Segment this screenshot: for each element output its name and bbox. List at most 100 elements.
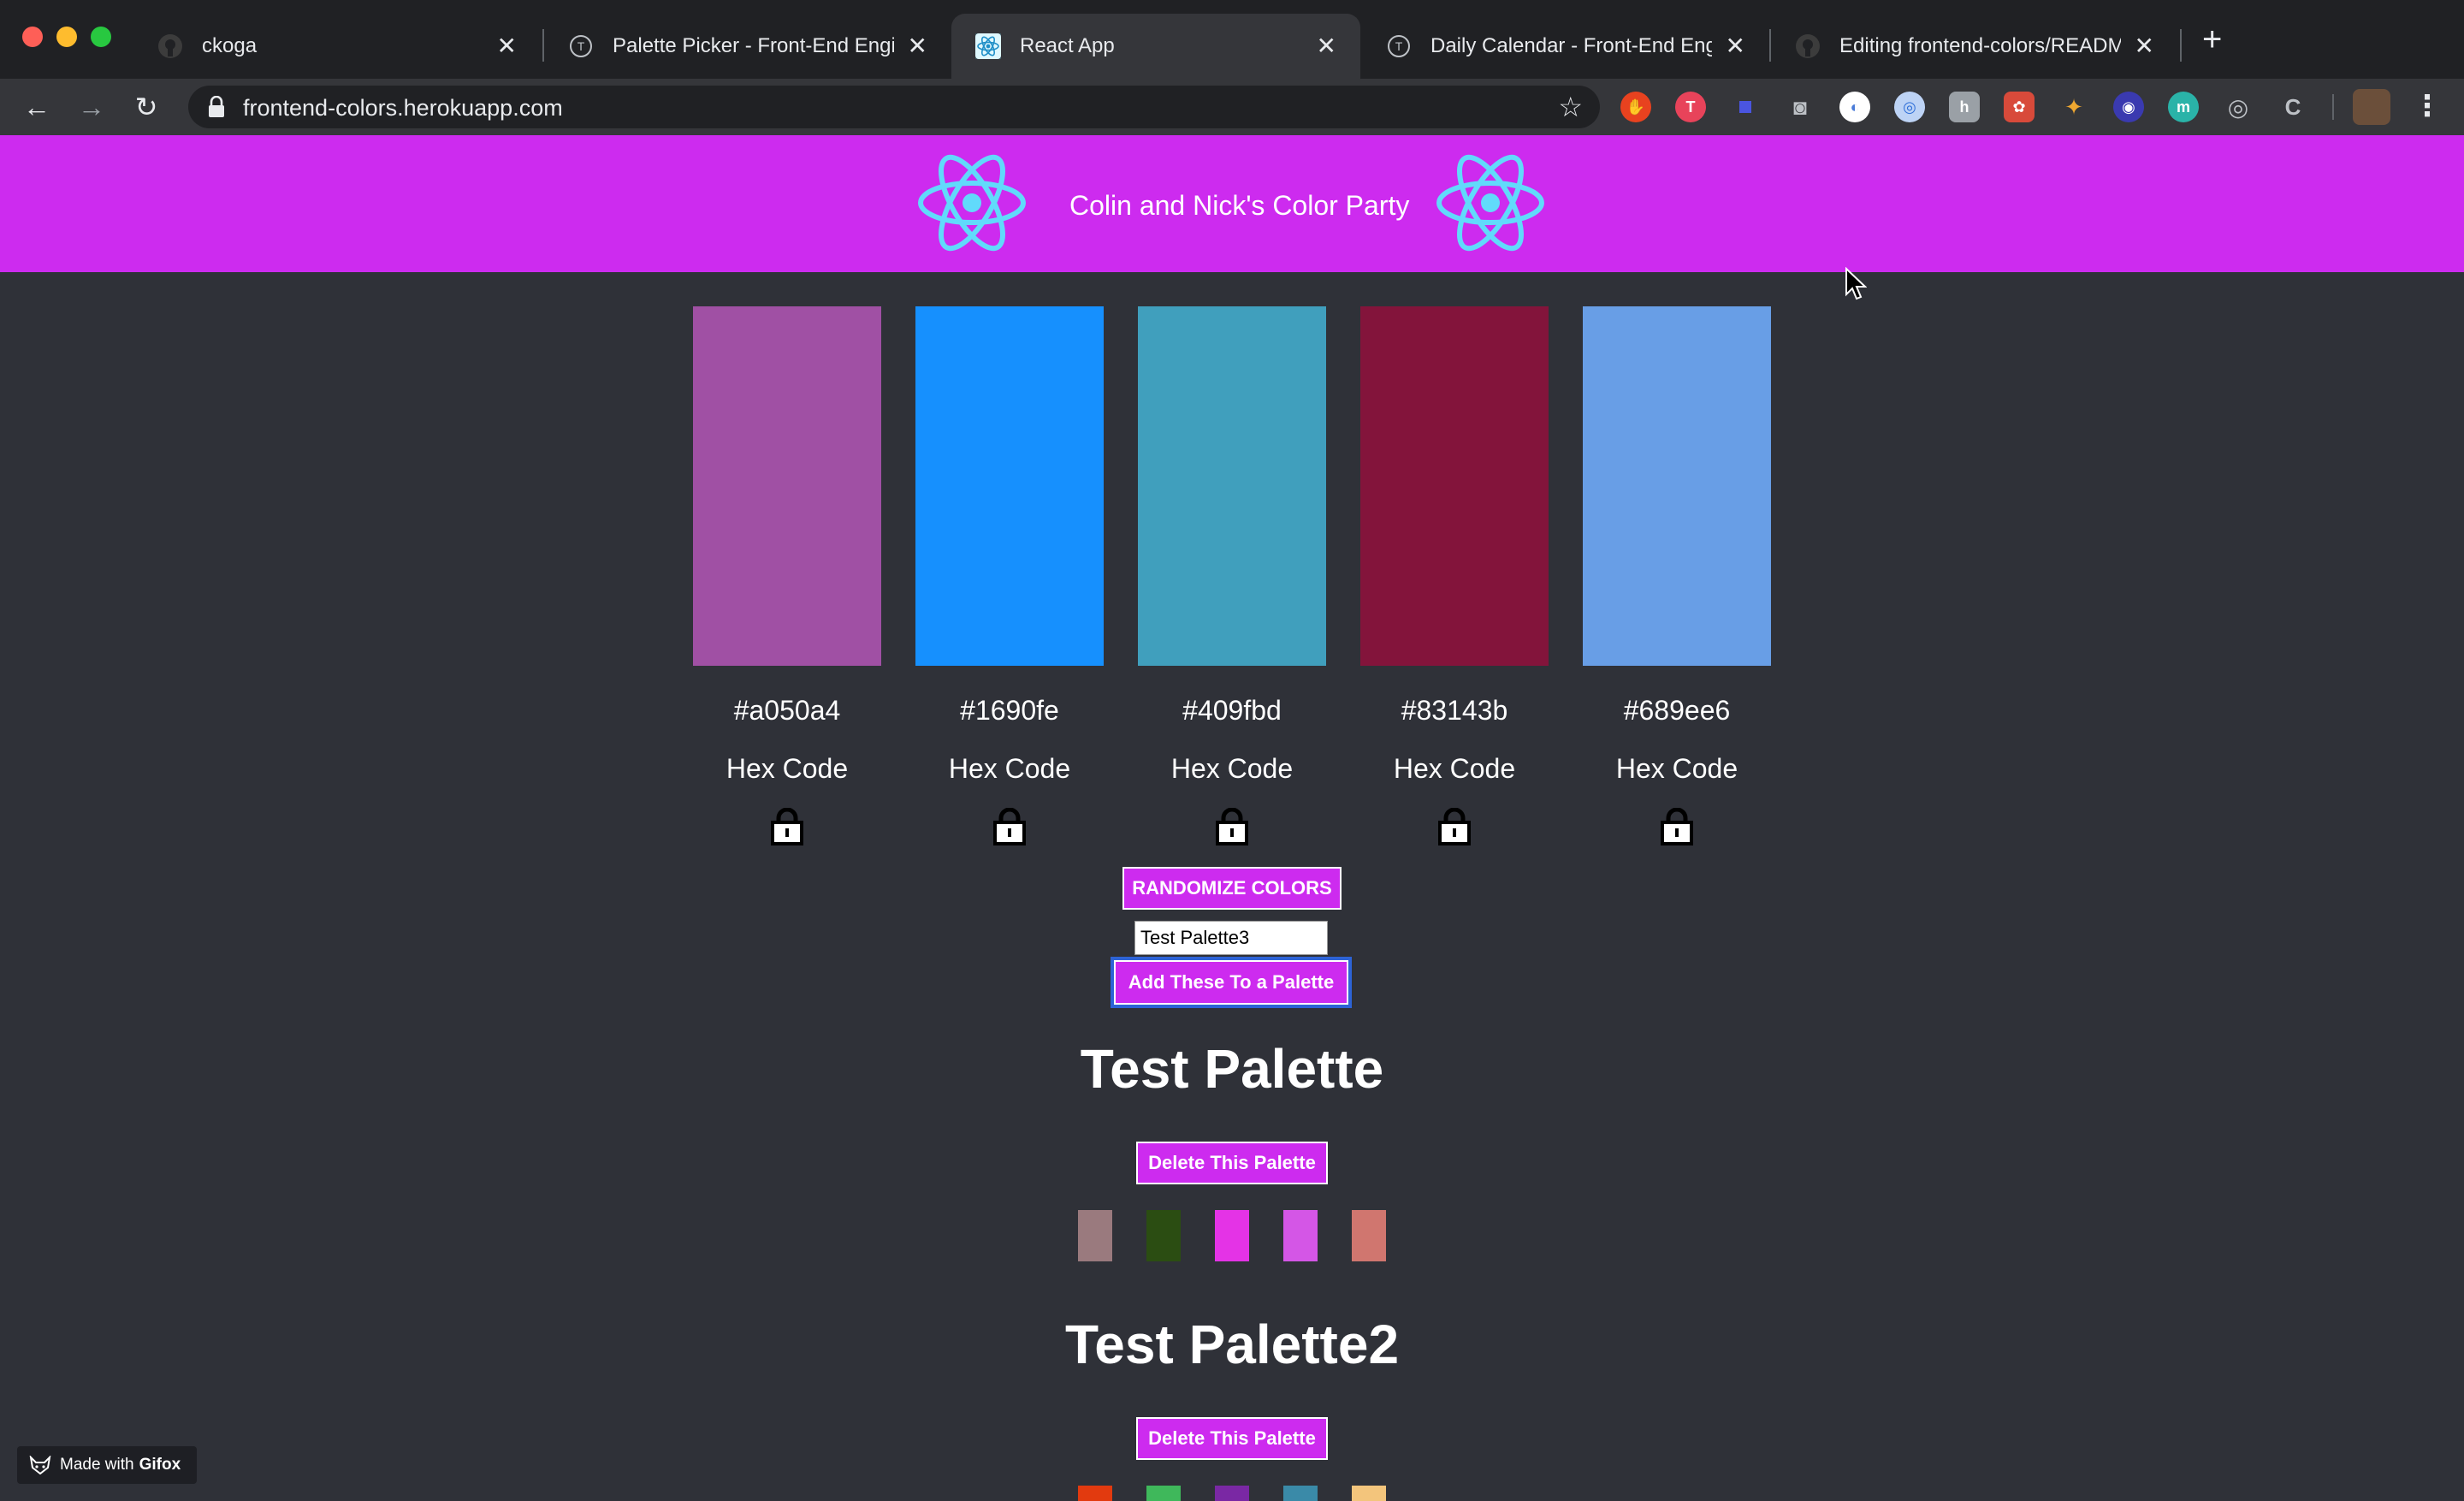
- color-card: #a050a4 Hex Code: [693, 306, 881, 845]
- randomize-colors-button[interactable]: RANDOMIZE COLORS: [1122, 867, 1342, 910]
- svg-text:T: T: [1395, 39, 1403, 53]
- extension-icon[interactable]: ✋: [1620, 92, 1651, 122]
- mouse-cursor-icon: [1845, 267, 1867, 300]
- palette-colors: [1078, 1486, 1386, 1501]
- tab-strip: ckoga ✕ T Palette Picker - Front-End Eng…: [0, 0, 2464, 79]
- bookmark-star-icon[interactable]: ☆: [1558, 91, 1583, 123]
- hex-value: #a050a4: [733, 695, 841, 726]
- color-swatch: [1360, 306, 1549, 666]
- padlock-icon[interactable]: [1437, 808, 1472, 845]
- browser-chrome: ckoga ✕ T Palette Picker - Front-End Eng…: [0, 0, 2464, 135]
- tab-title: ckoga: [202, 34, 258, 57]
- turing-icon: T: [1386, 33, 1412, 59]
- close-tab-icon[interactable]: ✕: [497, 34, 517, 58]
- minimize-window-button[interactable]: [56, 27, 77, 47]
- delete-palette-button[interactable]: Delete This Palette: [1136, 1417, 1328, 1460]
- color-wheel-icon[interactable]: ✦: [2058, 92, 2089, 122]
- forward-arrow-icon[interactable]: →: [72, 87, 111, 127]
- palette-title: Test Palette: [1080, 1038, 1384, 1100]
- hex-value: #689ee6: [1623, 695, 1731, 726]
- extension-icon[interactable]: ◎: [1894, 92, 1925, 122]
- extension-icon[interactable]: h: [1949, 92, 1980, 122]
- palette-color-chip: [1146, 1210, 1181, 1261]
- padlock-icon[interactable]: [992, 808, 1027, 845]
- back-arrow-icon[interactable]: ←: [17, 87, 56, 127]
- palette-color-chip: [1215, 1486, 1249, 1501]
- padlock-icon[interactable]: [1215, 808, 1249, 845]
- extension-icon[interactable]: ◉: [2113, 92, 2144, 122]
- hex-value: #1690fe: [960, 695, 1059, 726]
- close-tab-icon[interactable]: ✕: [2135, 34, 2154, 58]
- palette-colors: [1078, 1210, 1386, 1261]
- palette-color-chip: [1283, 1210, 1318, 1261]
- tab-title: Daily Calendar - Front-End Engin: [1430, 34, 1712, 57]
- tab-title: Editing frontend-colors/README: [1839, 34, 2121, 57]
- close-tab-icon[interactable]: ✕: [1726, 34, 1745, 58]
- palette-color-chip: [1215, 1210, 1249, 1261]
- padlock-icon[interactable]: [1660, 808, 1694, 845]
- close-tab-icon[interactable]: ✕: [1317, 34, 1336, 58]
- url-text: frontend-colors.herokuapp.com: [243, 95, 563, 121]
- react-icon: [975, 33, 1001, 59]
- color-swatch: [915, 306, 1104, 666]
- delete-palette-button[interactable]: Delete This Palette: [1136, 1142, 1328, 1184]
- react-logo-icon: [918, 154, 1026, 252]
- hex-code-label: Hex Code: [1170, 753, 1294, 784]
- color-swatch: [693, 306, 881, 666]
- badge-prefix: Made with: [60, 1456, 134, 1474]
- app-header: Colin and Nick's Color Party: [0, 135, 2464, 272]
- extension-icon[interactable]: ◐: [1839, 92, 1870, 122]
- extension-icon[interactable]: [1730, 92, 1761, 122]
- reload-icon[interactable]: ↻: [127, 87, 166, 127]
- new-tab-button[interactable]: +: [2202, 22, 2222, 56]
- app-title: Colin and Nick's Color Party: [1069, 190, 1410, 221]
- color-card: #409fbd Hex Code: [1138, 306, 1326, 845]
- target-icon[interactable]: ◎: [2223, 92, 2254, 122]
- browser-toolbar: ← → ↻ frontend-colors.herokuapp.com ☆ ✋ …: [0, 79, 2464, 135]
- address-bar[interactable]: frontend-colors.herokuapp.com ☆: [188, 86, 1600, 128]
- react-logo-icon: [1436, 154, 1544, 252]
- palette-color-chip: [1352, 1486, 1386, 1501]
- palette-color-chip: [1078, 1210, 1112, 1261]
- toolbar-divider: [2332, 94, 2334, 120]
- camera-icon[interactable]: ◙: [1785, 92, 1815, 122]
- add-to-palette-button[interactable]: Add These To a Palette: [1114, 960, 1348, 1005]
- tab-palette-picker[interactable]: T Palette Picker - Front-End Engine ✕: [544, 14, 951, 79]
- close-tab-icon[interactable]: ✕: [908, 34, 927, 58]
- color-card: #83143b Hex Code: [1360, 306, 1549, 845]
- palette-color-chip: [1078, 1486, 1112, 1501]
- hex-value: #409fbd: [1182, 695, 1282, 726]
- extension-icon[interactable]: C: [2277, 92, 2308, 122]
- extension-icon[interactable]: T: [1675, 92, 1706, 122]
- extension-icon[interactable]: m: [2168, 92, 2199, 122]
- color-swatch: [1138, 306, 1326, 666]
- menu-kebab-icon[interactable]: ⋮: [2413, 89, 2442, 123]
- palette-name-input[interactable]: [1134, 921, 1328, 955]
- maximize-window-button[interactable]: [91, 27, 111, 47]
- palette-color-chip: [1352, 1210, 1386, 1261]
- close-window-button[interactable]: [22, 27, 43, 47]
- fox-icon: [29, 1456, 51, 1474]
- tab-divider: [2180, 29, 2182, 62]
- tab-title: Palette Picker - Front-End Engine: [613, 34, 894, 57]
- hex-code-label: Hex Code: [948, 753, 1071, 784]
- tab-daily-calendar[interactable]: T Daily Calendar - Front-End Engin ✕: [1362, 14, 1769, 79]
- github-icon: [1795, 33, 1821, 59]
- tab-title: React App: [1020, 34, 1115, 57]
- padlock-icon[interactable]: [770, 808, 804, 845]
- profile-avatar[interactable]: [2353, 89, 2390, 125]
- palette-color-chip: [1283, 1486, 1318, 1501]
- hex-code-label: Hex Code: [1393, 753, 1516, 784]
- color-card: #1690fe Hex Code: [915, 306, 1104, 845]
- tab-ckoga[interactable]: ckoga ✕: [133, 14, 541, 79]
- hex-value: #83143b: [1401, 695, 1508, 726]
- color-card: #689ee6 Hex Code: [1583, 306, 1771, 845]
- extension-icon[interactable]: ✿: [2004, 92, 2035, 122]
- palette-color-chip: [1146, 1486, 1181, 1501]
- hex-code-label: Hex Code: [1615, 753, 1738, 784]
- hex-code-label: Hex Code: [726, 753, 849, 784]
- turing-icon: T: [568, 33, 594, 59]
- page-content: Colin and Nick's Color Party #a050a4 Hex…: [0, 135, 2464, 1501]
- tab-editing-readme[interactable]: Editing frontend-colors/README ✕: [1771, 14, 2178, 79]
- tab-react-app[interactable]: React App ✕: [951, 14, 1360, 79]
